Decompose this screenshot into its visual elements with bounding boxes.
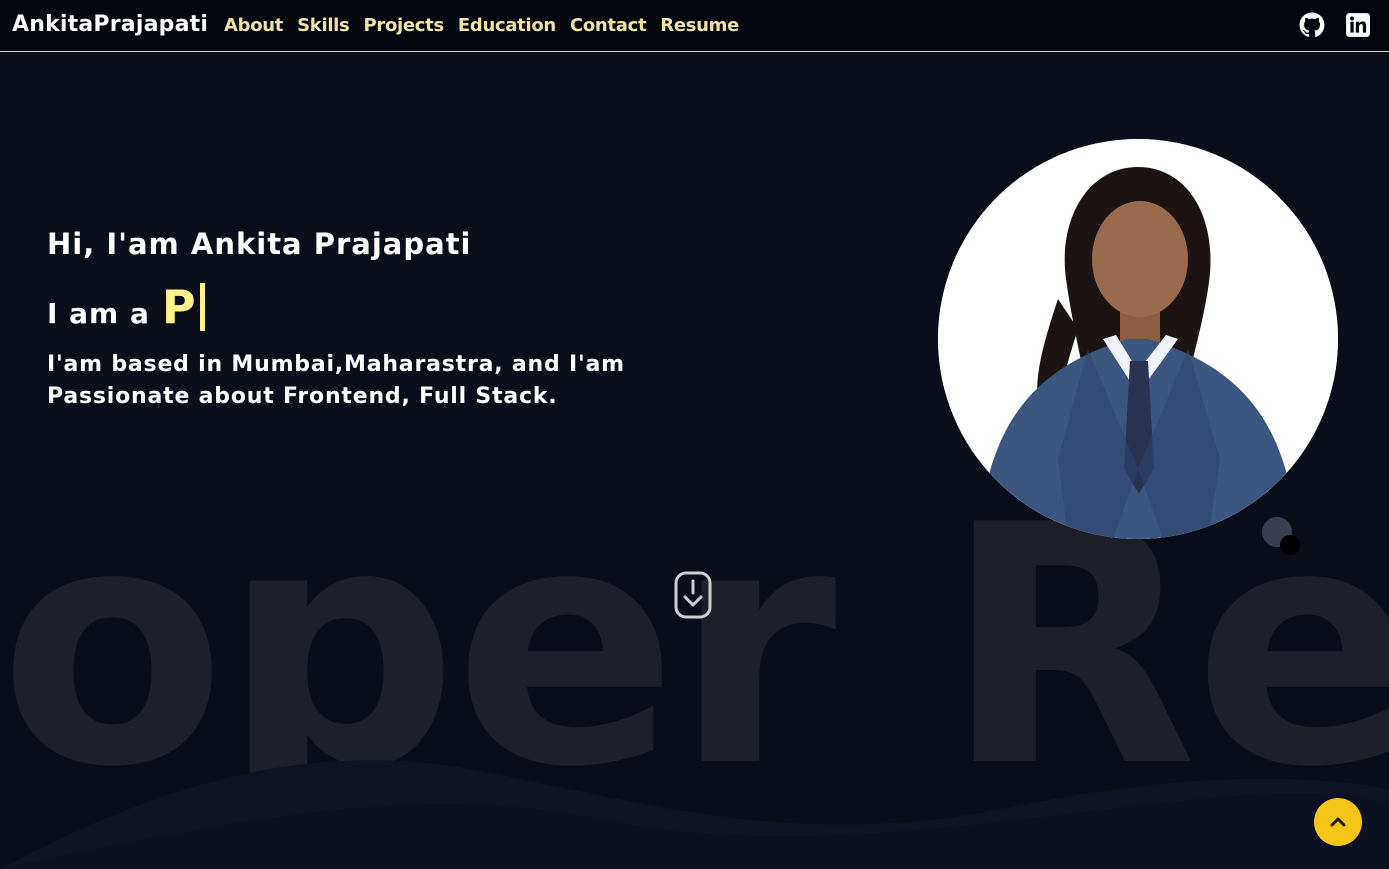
- typing-cursor: [199, 283, 205, 331]
- back-to-top-button[interactable]: [1314, 798, 1362, 846]
- nav-link-education[interactable]: Education: [458, 15, 556, 36]
- decorative-dot-dark: [1280, 535, 1300, 555]
- hero-section: loper Rea Hi, I'am Ankita Prajapati I am…: [0, 52, 1389, 869]
- github-icon[interactable]: [1299, 12, 1325, 38]
- linkedin-icon[interactable]: [1345, 12, 1371, 38]
- typed-prefix: I am a: [47, 297, 150, 330]
- navbar: AnkitaPrajapati About Skills Projects Ed…: [0, 0, 1389, 52]
- hero-about-text: I'am based in Mumbai,Maharastra, and I'a…: [47, 352, 625, 409]
- profile-photo: [938, 139, 1338, 539]
- chevron-up-icon: [1330, 817, 1346, 827]
- typed-text: P: [161, 280, 196, 334]
- background-waves: [0, 760, 1389, 869]
- brand-logo[interactable]: AnkitaPrajapati: [12, 12, 208, 37]
- nav-link-about[interactable]: About: [224, 15, 283, 36]
- hero-greeting: Hi, I'am Ankita Prajapati: [47, 227, 472, 261]
- nav-link-contact[interactable]: Contact: [570, 15, 647, 36]
- scroll-down-icon[interactable]: [674, 571, 712, 619]
- nav-link-resume[interactable]: Resume: [660, 15, 739, 36]
- typed-line: I am a P: [47, 275, 205, 334]
- nav-link-skills[interactable]: Skills: [297, 15, 350, 36]
- nav-links: About Skills Projects Education Contact …: [224, 15, 739, 36]
- nav-link-projects[interactable]: Projects: [363, 15, 444, 36]
